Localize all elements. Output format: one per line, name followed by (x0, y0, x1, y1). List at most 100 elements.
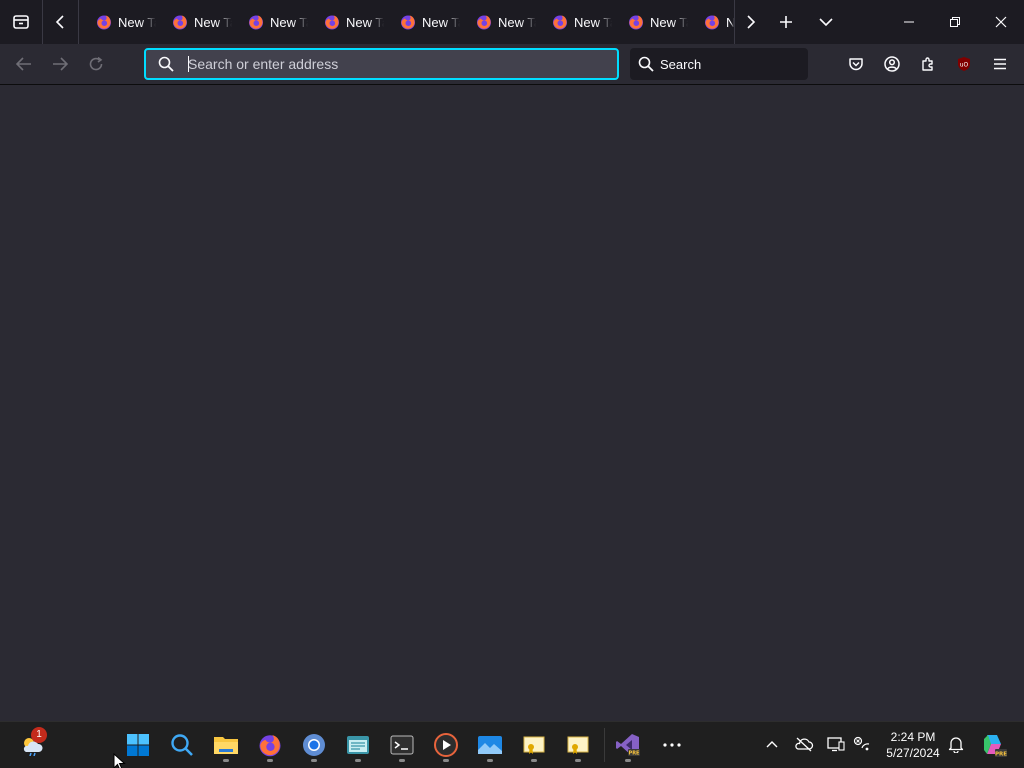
tab[interactable]: New Tab (616, 6, 688, 38)
chevron-down-icon (819, 18, 833, 27)
tab-title: New Tab (118, 14, 156, 30)
mouse-cursor-icon (113, 753, 126, 768)
navigation-toolbar: Search uO (0, 44, 1024, 85)
tab-strip-divider (42, 0, 43, 44)
firefox-icon (97, 15, 111, 30)
media-player-taskbar-button[interactable] (428, 727, 464, 763)
svg-text:PRE: PRE (629, 751, 641, 757)
tab[interactable]: New Tab (236, 6, 308, 38)
tab-strip-divider (734, 0, 735, 44)
more-apps-button[interactable] (654, 727, 690, 763)
svg-text:uO: uO (960, 62, 969, 69)
page-content (0, 85, 1024, 721)
notification-badge: 1 (31, 727, 47, 743)
tab[interactable]: New Tab (540, 6, 612, 38)
arrow-right-icon (53, 57, 68, 71)
ublock-origin-button[interactable]: uO (948, 48, 980, 80)
firefox-icon (249, 15, 263, 30)
visual-studio-preview-icon: PRE (616, 734, 641, 757)
running-indicator (267, 759, 273, 762)
visual-studio-preview-taskbar-button[interactable]: PRE (610, 727, 646, 763)
chevron-left-icon (55, 15, 64, 29)
running-indicator (223, 759, 229, 762)
copilot-icon: PRE (984, 735, 1007, 757)
firefox-view-icon (13, 15, 29, 29)
system-clock[interactable]: 2:24 PM 5/27/2024 (880, 729, 946, 761)
firefox-icon (705, 15, 719, 30)
running-indicator (575, 759, 581, 762)
tab[interactable]: New Tab (84, 6, 156, 38)
minimize-icon (904, 21, 914, 23)
app-menu-button[interactable] (984, 48, 1016, 80)
terminal-taskbar-button[interactable] (384, 727, 420, 763)
network-disconnected-icon (853, 736, 870, 751)
certificate-a-taskbar-button[interactable] (516, 727, 552, 763)
extensions-button[interactable] (912, 48, 944, 80)
certificate-icon (523, 736, 545, 754)
tab-strip: New Tab New Tab New Tab New Tab New Tab … (0, 0, 1024, 44)
tab[interactable]: New Tab (160, 6, 232, 38)
address-bar[interactable] (144, 48, 619, 80)
notifications-button[interactable] (946, 734, 966, 754)
firefox-taskbar-button[interactable] (252, 727, 288, 763)
search-bar[interactable]: Search (630, 48, 808, 80)
more-dots-icon (663, 743, 681, 747)
list-all-tabs-button[interactable] (810, 0, 842, 44)
chrome-taskbar-button[interactable] (296, 727, 332, 763)
certificate-icon (567, 736, 589, 754)
photos-icon (478, 736, 502, 754)
pocket-button[interactable] (840, 48, 872, 80)
scroll-tabs-right-button[interactable] (736, 0, 764, 44)
tab[interactable]: New Tab (388, 6, 460, 38)
forward-button[interactable] (44, 48, 76, 80)
running-indicator (355, 759, 361, 762)
svg-text:PRE: PRE (995, 751, 1007, 757)
firefox-icon (553, 15, 567, 30)
scroll-tabs-left-button[interactable] (46, 0, 76, 44)
tab[interactable]: New Tab (312, 6, 384, 38)
ublock-origin-icon: uO (958, 57, 970, 71)
windows-taskbar: 1 PRE 2:24 PM 5/27/2024 PRE (0, 721, 1024, 768)
hamburger-menu-icon (994, 58, 1006, 70)
clock-time: 2:24 PM (890, 730, 936, 744)
reload-icon (89, 56, 103, 71)
account-icon (884, 56, 900, 72)
firefox-icon (173, 15, 187, 30)
restore-button[interactable] (932, 0, 978, 44)
running-indicator (531, 759, 537, 762)
network-tray-button[interactable] (852, 734, 872, 754)
notepad-taskbar-button[interactable] (340, 727, 376, 763)
file-explorer-button[interactable] (208, 727, 244, 763)
firefox-view-button[interactable] (2, 0, 40, 44)
firefox-icon (401, 15, 415, 30)
running-indicator (625, 759, 631, 762)
onedrive-tray-button[interactable] (794, 734, 814, 754)
chevron-right-icon (747, 15, 756, 29)
display-tray-button[interactable] (826, 734, 846, 754)
restore-icon (950, 17, 960, 27)
account-button[interactable] (876, 48, 908, 80)
certificate-b-taskbar-button[interactable] (560, 727, 596, 763)
close-window-button[interactable] (978, 0, 1024, 44)
photos-taskbar-button[interactable] (472, 727, 508, 763)
tab[interactable]: N (692, 6, 734, 38)
firefox-icon (629, 15, 643, 30)
reload-button[interactable] (80, 48, 112, 80)
windows-logo-icon (127, 734, 149, 756)
minimize-button[interactable] (886, 0, 932, 44)
extensions-icon (922, 57, 933, 71)
address-input[interactable] (188, 52, 617, 76)
firefox-icon (259, 735, 281, 757)
running-indicator (443, 759, 449, 762)
display-icon (827, 737, 845, 752)
taskbar-search-button[interactable] (164, 727, 200, 763)
tab[interactable]: New Tab (464, 6, 536, 38)
chevron-up-icon (766, 741, 778, 748)
cloud-offline-icon (795, 737, 814, 752)
new-tab-button[interactable] (770, 0, 802, 44)
back-button[interactable] (8, 48, 40, 80)
show-hidden-icons-button[interactable] (762, 734, 782, 754)
tab-title: N (726, 14, 734, 30)
tab-title: New Tab (422, 14, 460, 30)
copilot-button[interactable]: PRE (976, 727, 1012, 763)
